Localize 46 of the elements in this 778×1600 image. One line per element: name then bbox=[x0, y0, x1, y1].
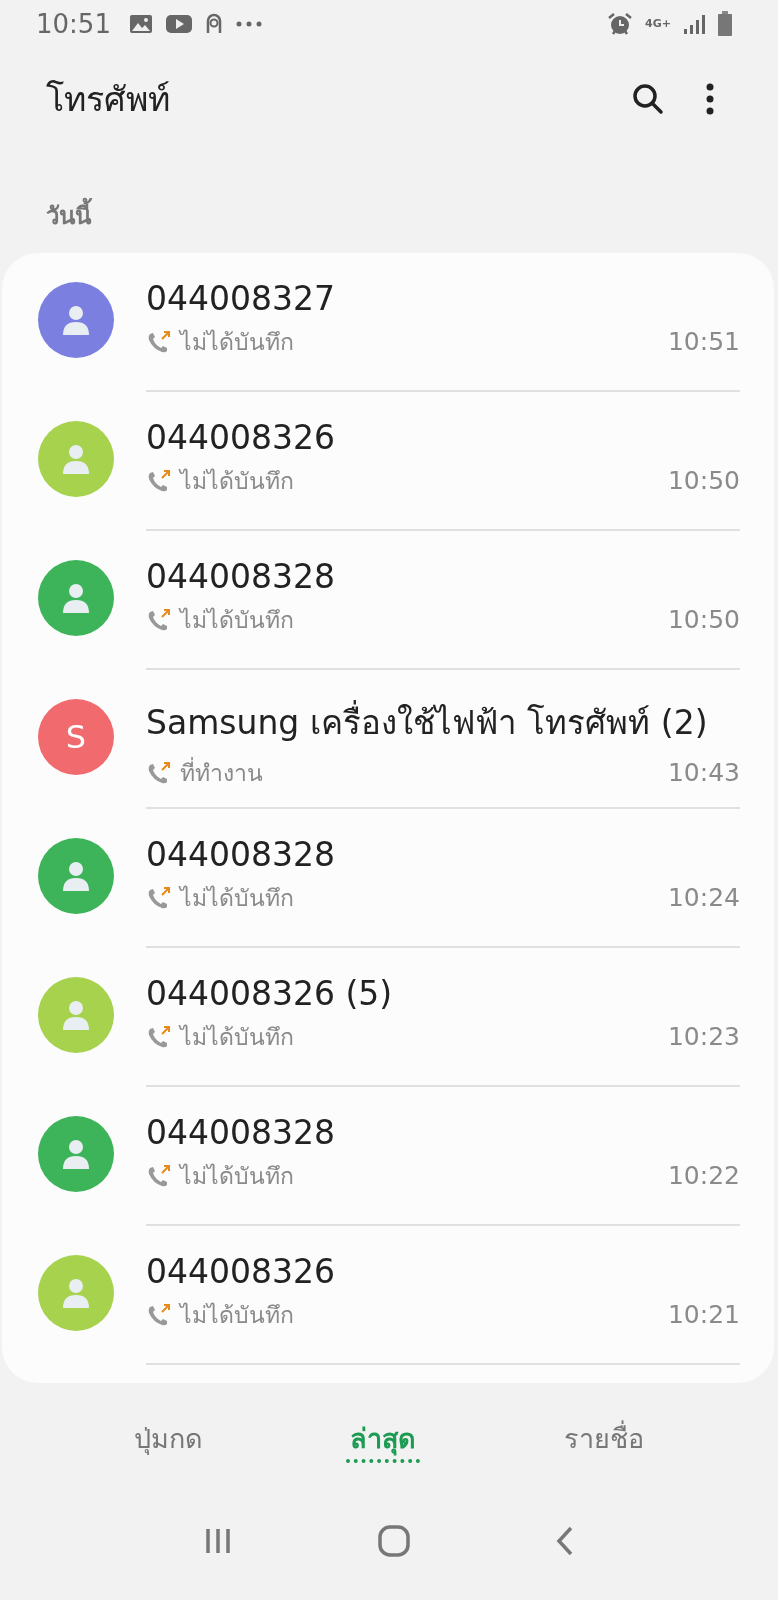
more-notifications-icon bbox=[234, 19, 263, 28]
outgoing-call-icon bbox=[146, 760, 172, 785]
outgoing-call-icon bbox=[146, 468, 172, 493]
number-label: ไม่ได้บันทึก bbox=[180, 466, 294, 496]
play-icon bbox=[164, 13, 193, 34]
number-label: ไม่ได้บันทึก bbox=[180, 1022, 294, 1052]
section-header: วันนี้ bbox=[0, 151, 778, 253]
call-time: 10:24 bbox=[667, 883, 740, 913]
bottom-tab[interactable]: รายชื่อ bbox=[560, 1412, 649, 1463]
outgoing-call-icon bbox=[146, 607, 172, 632]
caller-name[interactable]: 044008328 bbox=[146, 1112, 740, 1152]
outgoing-call-icon bbox=[146, 1024, 172, 1049]
call-time: 10:23 bbox=[667, 1022, 740, 1052]
outgoing-call-icon bbox=[146, 885, 172, 910]
caller-name[interactable]: Samsung เครื่องใช้ไฟฟ้า โทรศัพท์ (2) bbox=[146, 695, 740, 749]
number-label: ไม่ได้บันทึก bbox=[180, 1161, 294, 1191]
outgoing-call-icon bbox=[146, 1302, 172, 1327]
outgoing-call-icon bbox=[146, 329, 172, 354]
call-time: 10:21 bbox=[667, 1300, 740, 1330]
number-label: ไม่ได้บันทึก bbox=[180, 883, 294, 913]
image-icon bbox=[128, 13, 153, 34]
caller-name[interactable]: 044008326 bbox=[146, 1251, 740, 1291]
app-title: โทรศัพท์ bbox=[46, 78, 170, 122]
caller-name[interactable]: 044008328 bbox=[146, 834, 740, 874]
caller-name[interactable]: 044008327 bbox=[146, 278, 740, 318]
status-time: 10:51 bbox=[36, 8, 111, 39]
home-icon[interactable] bbox=[378, 1524, 410, 1557]
call-time: 10:51 bbox=[667, 327, 740, 357]
battery-icon bbox=[717, 10, 733, 37]
signal-icon bbox=[683, 12, 705, 35]
call-time: 10:50 bbox=[667, 605, 740, 635]
caller-name[interactable]: 044008326 bbox=[146, 417, 740, 457]
call-time: 10:43 bbox=[667, 758, 740, 788]
bottom-tab[interactable]: ปุ่มกด bbox=[129, 1412, 207, 1463]
number-label: ไม่ได้บันทึก bbox=[180, 327, 294, 357]
outgoing-call-icon bbox=[146, 1163, 172, 1188]
network-type: 4G+ bbox=[645, 17, 671, 31]
caller-name[interactable]: 044008328 bbox=[146, 556, 740, 596]
number-label: ที่ทำงาน bbox=[180, 756, 263, 788]
number-label: ไม่ได้บันทึก bbox=[180, 1300, 294, 1330]
notification-icon bbox=[204, 12, 223, 35]
call-time: 10:50 bbox=[667, 466, 740, 496]
alarm-icon bbox=[607, 11, 634, 36]
number-label: ไม่ได้บันทึก bbox=[180, 605, 294, 635]
caller-name[interactable]: 044008326 (5) bbox=[146, 973, 740, 1013]
call-time: 10:22 bbox=[667, 1161, 740, 1191]
